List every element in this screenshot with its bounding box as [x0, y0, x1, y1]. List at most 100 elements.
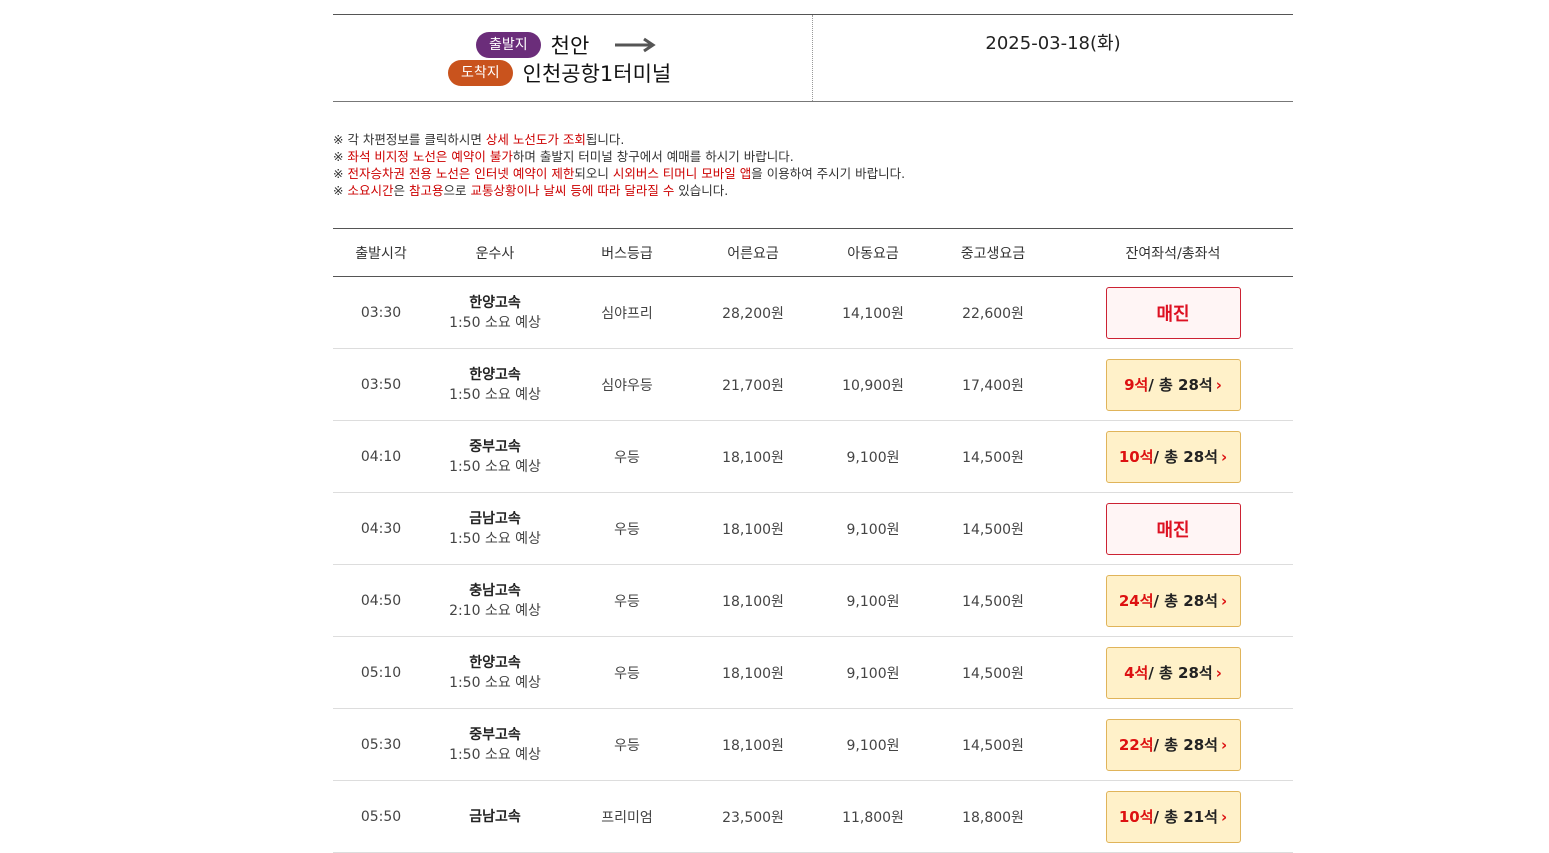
child-fare: 10,900원	[813, 348, 933, 421]
adult-fare: 18,100원	[693, 564, 813, 637]
company-name: 한양고속	[469, 366, 521, 383]
notice-list: ※ 각 차편정보를 클릭하시면 상세 노선도가 조회됩니다. ※ 좌석 비지정 노…	[333, 131, 1293, 199]
bus-grade: 우등	[561, 492, 693, 565]
company-name: 금남고속	[469, 510, 521, 527]
adult-fare: 18,100원	[693, 492, 813, 565]
table-row[interactable]: 05:50 금남고속 프리미엄 23,500원 11,800원 18,800원 10석 / …	[333, 780, 1293, 853]
remaining-seats: 22석	[1118, 736, 1154, 754]
student-fare: 14,500원	[933, 420, 1053, 493]
departure-time: 04:50	[333, 564, 429, 637]
travel-date: 2025-03-18(화)	[985, 33, 1121, 54]
notice-highlight: 좌석 비지정 노선은 예약이 불가	[347, 149, 513, 164]
remaining-seats: 10석	[1118, 808, 1154, 826]
adult-fare: 18,100원	[693, 708, 813, 781]
notice-text: 있습니다.	[674, 183, 729, 198]
adult-fare: 18,100원	[693, 420, 813, 493]
column-header: 잔여좌석/총좌석	[1053, 228, 1293, 277]
soldout-button[interactable]: 매진	[1105, 286, 1241, 339]
seat-cell: 9석 / 총 28석 ›	[1053, 348, 1293, 421]
student-fare: 18,800원	[933, 780, 1053, 853]
seat-cell: 매진	[1053, 276, 1293, 349]
bus-grade: 우등	[561, 564, 693, 637]
table-row[interactable]: 04:50 충남고속 2:10 소요 예상 우등 18,100원 9,100원 14,500…	[333, 564, 1293, 637]
departure-row: 출발지 천안	[476, 30, 657, 60]
seat-select-button[interactable]: 4석 / 총 28석 ›	[1105, 646, 1241, 699]
company-cell: 금남고속 1:50 소요 예상	[429, 492, 561, 565]
table-row[interactable]: 03:30 한양고속 1:50 소요 예상 심야프리 28,200원 14,100원 22,…	[333, 276, 1293, 349]
table-row[interactable]: 04:10 중부고속 1:50 소요 예상 우등 18,100원 9,100원 14,500…	[333, 420, 1293, 493]
route-places: 출발지 천안 도착지 인천공항1터미널	[333, 15, 813, 101]
remaining-seats: 10석	[1118, 448, 1154, 466]
schedule-table: 출발시각 운수사 버스등급 어른요금 아동요금 중고생요금 잔여좌석/총좌석 03:30 한양…	[333, 228, 1293, 853]
notice-text: ※	[333, 149, 348, 164]
departure-label-badge: 출발지	[476, 32, 541, 58]
remaining-seats: 24석	[1118, 592, 1154, 610]
travel-duration: 1:50 소요 예상	[449, 746, 541, 763]
company-cell: 한양고속 1:50 소요 예상	[429, 636, 561, 709]
travel-duration: 1:50 소요 예상	[449, 674, 541, 691]
notice-text: 하며 출발지 터미널 창구에서 예매를 하시기 바랍니다.	[512, 149, 794, 164]
seat-cell: 10석 / 총 21석 ›	[1053, 780, 1293, 853]
route-summary: 출발지 천안 도착지 인천공항1터미널 2025-03-18(화)	[333, 14, 1293, 102]
bus-grade: 심야프리	[561, 276, 693, 349]
child-fare: 14,100원	[813, 276, 933, 349]
table-header-row: 출발시각 운수사 버스등급 어른요금 아동요금 중고생요금 잔여좌석/총좌석	[333, 228, 1293, 277]
adult-fare: 23,500원	[693, 780, 813, 853]
chevron-right-icon: ›	[1220, 447, 1228, 466]
travel-duration: 1:50 소요 예상	[449, 314, 541, 331]
page-container: 출발지 천안 도착지 인천공항1터미널 2025-03-18(화) ※ 각 차편…	[333, 14, 1293, 853]
child-fare: 11,800원	[813, 780, 933, 853]
chevron-right-icon: ›	[1220, 735, 1228, 754]
column-header: 아동요금	[813, 228, 933, 277]
seat-select-button[interactable]: 9석 / 총 28석 ›	[1105, 358, 1241, 411]
company-cell: 한양고속 1:50 소요 예상	[429, 276, 561, 349]
student-fare: 14,500원	[933, 492, 1053, 565]
table-row[interactable]: 04:30 금남고속 1:50 소요 예상 우등 18,100원 9,100원 14,500…	[333, 492, 1293, 565]
departure-time: 03:30	[333, 276, 429, 349]
table-row[interactable]: 03:50 한양고속 1:50 소요 예상 심야우등 21,700원 10,900원 17,…	[333, 348, 1293, 421]
departure-time: 05:30	[333, 708, 429, 781]
notice-text: ※ 각 차편정보를 클릭하시면	[333, 132, 486, 147]
notice-line: ※ 좌석 비지정 노선은 예약이 불가하며 출발지 터미널 창구에서 예매를 하…	[333, 148, 1293, 165]
company-name: 한양고속	[469, 654, 521, 671]
seat-cell: 10석 / 총 28석 ›	[1053, 420, 1293, 493]
notice-highlight: 상세 노선도가 조회	[485, 132, 586, 147]
bus-grade: 우등	[561, 420, 693, 493]
travel-duration: 1:50 소요 예상	[449, 458, 541, 475]
notice-text: 되오니	[574, 166, 613, 181]
student-fare: 14,500원	[933, 564, 1053, 637]
table-row[interactable]: 05:10 한양고속 1:50 소요 예상 우등 18,100원 9,100원 14,500…	[333, 636, 1293, 709]
seat-select-button[interactable]: 22석 / 총 28석 ›	[1105, 718, 1241, 771]
child-fare: 9,100원	[813, 564, 933, 637]
notice-text: 은	[393, 183, 409, 198]
notice-line: ※ 소요시간은 참고용으로 교통상황이나 날씨 등에 따라 달라질 수 있습니다…	[333, 182, 1293, 199]
child-fare: 9,100원	[813, 636, 933, 709]
notice-text: 을 이용하여 주시기 바랍니다.	[751, 166, 906, 181]
column-header: 어른요금	[693, 228, 813, 277]
bus-grade: 우등	[561, 708, 693, 781]
chevron-right-icon: ›	[1220, 591, 1228, 610]
bus-grade: 프리미엄	[561, 780, 693, 853]
notice-highlight: 시외버스 티머니 모바일 앱	[612, 166, 752, 181]
seat-select-button[interactable]: 24석 / 총 28석 ›	[1105, 574, 1241, 627]
notice-line: ※ 각 차편정보를 클릭하시면 상세 노선도가 조회됩니다.	[333, 131, 1293, 148]
student-fare: 17,400원	[933, 348, 1053, 421]
bus-grade: 심야우등	[561, 348, 693, 421]
adult-fare: 28,200원	[693, 276, 813, 349]
chevron-right-icon: ›	[1215, 375, 1222, 394]
notice-text: 됩니다.	[585, 132, 625, 147]
company-cell: 금남고속	[429, 780, 561, 853]
seat-select-button[interactable]: 10석 / 총 28석 ›	[1105, 430, 1241, 483]
seat-select-button[interactable]: 10석 / 총 21석 ›	[1105, 790, 1241, 843]
notice-text: ※	[333, 183, 348, 198]
company-name: 중부고속	[469, 438, 521, 455]
company-name: 중부고속	[469, 726, 521, 743]
departure-time: 05:50	[333, 780, 429, 853]
notice-text: ※	[333, 166, 348, 181]
column-header: 출발시각	[333, 228, 429, 277]
table-row[interactable]: 05:30 중부고속 1:50 소요 예상 우등 18,100원 9,100원 14,500…	[333, 708, 1293, 781]
adult-fare: 21,700원	[693, 348, 813, 421]
column-header: 운수사	[429, 228, 561, 277]
soldout-button[interactable]: 매진	[1105, 502, 1241, 555]
company-name: 금남고속	[469, 808, 521, 825]
